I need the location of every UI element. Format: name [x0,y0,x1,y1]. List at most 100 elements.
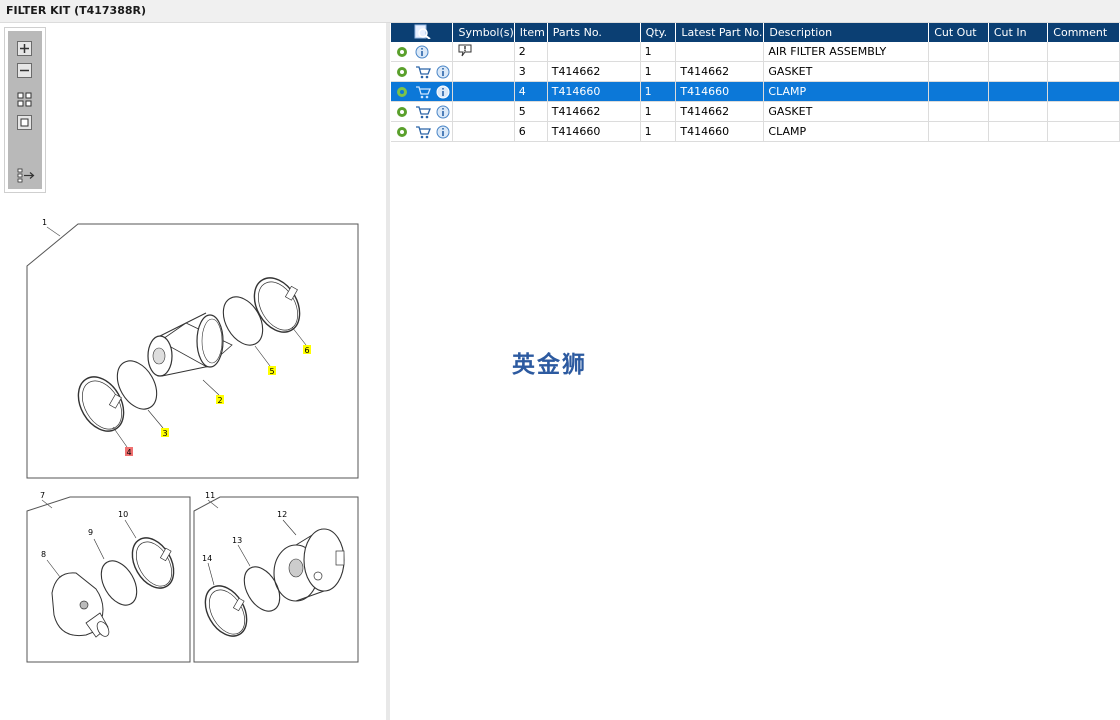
info-icon[interactable] [436,125,450,139]
row-description: CLAMP [763,81,930,102]
window-title: FILTER KIT (T417388R) [6,4,147,17]
table-row[interactable]: 5 T414662 1 T414662 GASKET [391,101,1120,122]
row-parts-no: T414662 [547,101,641,122]
callout-12[interactable]: 12 [277,510,287,519]
row-cut-in [988,42,1049,62]
column-header-parts-no[interactable]: Parts No. [547,23,641,42]
column-header-symbols[interactable]: Symbol(s) [452,23,515,42]
cart-icon[interactable] [415,105,431,119]
cart-icon[interactable] [415,65,431,79]
drawing-panel[interactable]: 1 2 3 4 5 6 7 8 9 10 11 12 13 14 [0,23,386,720]
row-latest-part-no: T414660 [675,121,765,142]
row-comment [1047,42,1120,62]
row-cut-in [988,121,1049,142]
table-row-selected[interactable]: 4 T414660 1 T414660 CLAMP [391,81,1120,102]
row-qty: 1 [640,61,677,82]
row-item: 3 [514,61,548,82]
row-cut-in [988,81,1049,102]
row-description: CLAMP [763,121,930,142]
column-header-description[interactable]: Description [763,23,930,42]
callout-10[interactable]: 10 [118,510,128,519]
row-latest-part-no: T414662 [675,101,765,122]
cart-icon[interactable] [415,125,431,139]
frame-7 [26,496,191,663]
row-symbol [452,81,515,102]
row-parts-no: T414662 [547,61,641,82]
row-description: GASKET [763,101,930,122]
column-header-cut-out[interactable]: Cut Out [928,23,989,42]
comment-icon[interactable] [457,43,473,57]
row-item: 2 [514,42,548,62]
callout-14[interactable]: 14 [202,554,212,563]
callout-4[interactable]: 4 [127,448,132,457]
row-latest-part-no: T414662 [675,61,765,82]
column-header-tools[interactable] [391,23,454,42]
callout-7[interactable]: 7 [40,491,45,500]
row-parts-no: T414660 [547,81,641,102]
row-symbol [452,61,515,82]
row-item: 5 [514,101,548,122]
callout-2[interactable]: 2 [218,396,223,405]
info-icon[interactable] [415,45,429,59]
watermark-logo: 英金狮 [512,352,587,378]
column-header-cut-in[interactable]: Cut In [988,23,1049,42]
row-comment [1047,81,1120,102]
row-comment [1047,101,1120,122]
gear-icon[interactable] [395,45,409,59]
search-document-icon [414,24,431,40]
row-actions [391,121,454,142]
grid-header-row: Symbol(s) Item Parts No. Qty. Latest Par… [391,23,1120,42]
row-cut-in [988,61,1049,82]
row-description: GASKET [763,61,930,82]
callout-5[interactable]: 5 [270,367,275,376]
table-row[interactable]: 2 1 AIR FILTER ASSEMBLY [391,42,1120,62]
panel-splitter[interactable] [386,23,390,720]
callout-3[interactable]: 3 [163,429,168,438]
row-cut-in [988,101,1049,122]
row-comment [1047,61,1120,82]
row-latest-part-no: T414660 [675,81,765,102]
info-icon[interactable] [436,85,450,99]
column-header-latest-part-no[interactable]: Latest Part No. [675,23,765,42]
gear-icon[interactable] [395,65,409,79]
row-cut-out [928,42,989,62]
row-qty: 1 [640,121,677,142]
callout-6[interactable]: 6 [305,346,310,355]
callout-9[interactable]: 9 [88,528,93,537]
parts-table: Symbol(s) Item Parts No. Qty. Latest Par… [391,23,1120,142]
row-actions [391,42,454,62]
row-actions [391,101,454,122]
row-actions [391,81,454,102]
row-symbol [452,101,515,122]
column-header-qty[interactable]: Qty. [640,23,677,42]
cart-icon[interactable] [415,85,431,99]
info-icon[interactable] [436,65,450,79]
row-symbol [452,42,515,62]
info-icon[interactable] [436,105,450,119]
parts-grid[interactable]: Symbol(s) Item Parts No. Qty. Latest Par… [391,23,1120,720]
parts-drawing[interactable]: 1 2 3 4 5 6 7 8 9 10 11 12 13 14 [0,23,386,720]
row-cut-out [928,81,989,102]
callout-8[interactable]: 8 [41,550,46,559]
row-cut-out [928,101,989,122]
gear-icon[interactable] [395,105,409,119]
callout-11[interactable]: 11 [205,491,215,500]
row-qty: 1 [640,101,677,122]
column-header-comment[interactable]: Comment [1047,23,1120,42]
row-description: AIR FILTER ASSEMBLY [763,42,930,62]
table-row[interactable]: 3 T414662 1 T414662 GASKET [391,61,1120,82]
row-cut-out [928,121,989,142]
column-header-item[interactable]: Item [514,23,548,42]
row-item: 6 [514,121,548,142]
window-titlebar: FILTER KIT (T417388R) [0,0,1120,23]
row-symbol [452,121,515,142]
gear-icon[interactable] [395,85,409,99]
table-row[interactable]: 6 T414660 1 T414660 CLAMP [391,121,1120,142]
row-cut-out [928,61,989,82]
row-parts-no: T414660 [547,121,641,142]
row-actions [391,61,454,82]
callout-1[interactable]: 1 [42,218,47,227]
gear-icon[interactable] [395,125,409,139]
callout-13[interactable]: 13 [232,536,242,545]
row-comment [1047,121,1120,142]
